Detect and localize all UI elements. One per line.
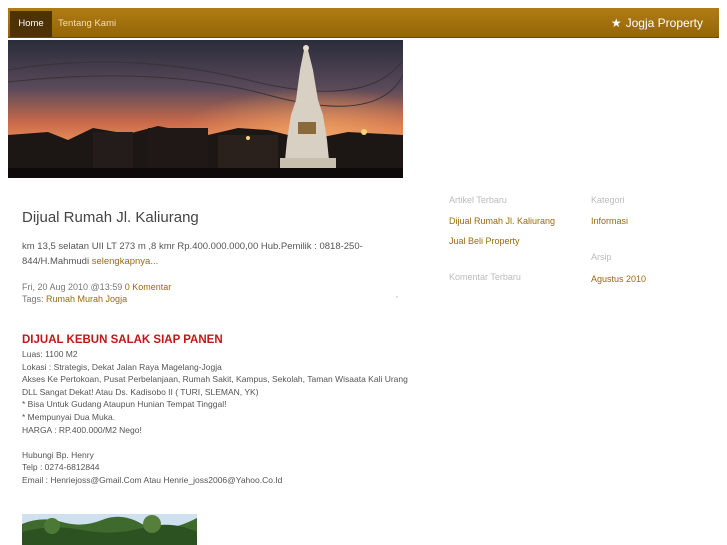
divider-dot	[396, 296, 398, 298]
ad-line: Email : Henriejoss@Gmail.Com Atau Henrie…	[22, 474, 283, 485]
ad-line: HARGA : RP.400.000/M2 Nego!	[22, 424, 142, 435]
sidebar-heading-artikel: Artikel Terbaru	[449, 195, 507, 205]
nav-home-link[interactable]: Home	[10, 11, 52, 37]
property-photo	[22, 514, 197, 545]
ad-line: Telp : 0274-6812844	[22, 462, 100, 473]
header-banner-image	[8, 40, 403, 178]
tag-link[interactable]: Rumah Murah Jogja	[46, 294, 127, 304]
site-brand-label: Jogja Property	[625, 16, 703, 30]
star-icon: ★	[610, 16, 622, 30]
comments-link[interactable]: 0 Komentar	[125, 282, 172, 292]
ad-line: Luas: 1100 M2	[22, 349, 78, 359]
post-date: Fri, 20 Aug 2010 @13:59	[22, 282, 123, 292]
read-more-link[interactable]: selengkapnya...	[92, 256, 159, 267]
ad-line: Akses Ke Pertokoan, Pusat Perbelanjaan, …	[22, 374, 408, 385]
post-meta: Fri, 20 Aug 2010 @13:59 0 Komentar Tags:…	[22, 281, 171, 305]
ad-line-blank	[22, 436, 422, 449]
nav-about-link[interactable]: Tentang Kami	[58, 11, 116, 37]
post-excerpt: km 13,5 selatan UII LT 273 m ,8 kmr Rp.4…	[22, 239, 394, 269]
ad-line: * Mempunyai Dua Muka.	[22, 411, 116, 422]
sidebar-arsip-link[interactable]: Agustus 2010	[591, 274, 646, 284]
tags-label: Tags:	[22, 294, 44, 304]
sidebar-heading-komentar: Komentar Terbaru	[449, 272, 521, 282]
ad-title: DIJUAL KEBUN SALAK SIAP PANEN	[22, 334, 223, 346]
ad-line: DLL Sangat Dekat! Atau Ds. Kadisobo II (…	[22, 386, 259, 397]
ad-line: * Bisa Untuk Gudang Ataupun Hunian Tempa…	[22, 399, 227, 410]
sidebar-heading-arsip: Arsip	[591, 252, 612, 262]
post-title[interactable]: Dijual Rumah Jl. Kaliurang	[22, 209, 199, 226]
top-navigation-bar: Home Tentang Kami ★ Jogja Property	[8, 8, 719, 38]
sidebar-artikel-link[interactable]: Jual Beli Property	[449, 236, 520, 246]
ad-line: Lokasi : Strategis, Dekat Jalan Raya Mag…	[22, 361, 222, 372]
sidebar-heading-kategori: Kategori	[591, 195, 625, 205]
ad-line: Hubungi Bp. Henry	[22, 449, 94, 460]
ad-body: Luas: 1100 M2 Lokasi : Strategis, Dekat …	[22, 348, 422, 487]
sidebar-artikel-link[interactable]: Dijual Rumah Jl. Kaliurang	[449, 216, 555, 226]
post-excerpt-text: km 13,5 selatan UII LT 273 m ,8 kmr Rp.4…	[22, 241, 363, 267]
site-brand[interactable]: ★ Jogja Property	[611, 8, 703, 38]
sidebar-kategori-link[interactable]: Informasi	[591, 216, 628, 226]
